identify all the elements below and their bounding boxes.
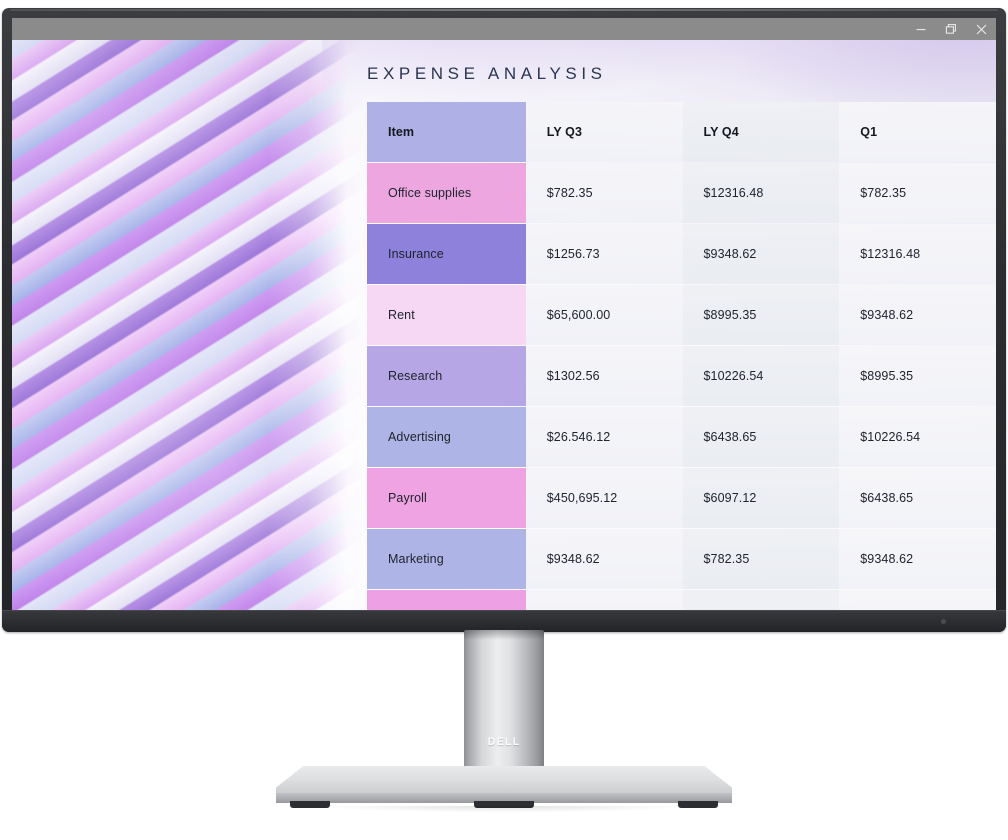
minimize-icon: [916, 29, 926, 31]
cell-item: Marketing: [367, 529, 526, 589]
cell-ly-q4: $782.35: [682, 529, 840, 589]
restore-icon: [945, 24, 956, 34]
monitor-chin: [2, 610, 1006, 632]
cell-ly-q3: $782.35: [525, 163, 683, 223]
power-indicator: [941, 619, 946, 624]
column-header-ly-q3: LY Q3: [525, 102, 683, 162]
neck-shadow: [464, 630, 544, 640]
cell-q1: $12316.48: [839, 224, 996, 284]
expense-document: EXPENSE ANALYSIS Item LY Q3 LY Q4 Q1 Off…: [322, 40, 996, 610]
cell-item: Insurance: [367, 224, 526, 284]
cell-q1: $9348.62: [839, 529, 996, 589]
monitor-screen: EXPENSE ANALYSIS Item LY Q3 LY Q4 Q1 Off…: [12, 18, 996, 610]
cell-q1: $8995.35: [839, 346, 996, 406]
screenshot-root: EXPENSE ANALYSIS Item LY Q3 LY Q4 Q1 Off…: [0, 0, 1008, 840]
column-header-item: Item: [367, 102, 526, 162]
table-header-row: Item LY Q3 LY Q4 Q1: [367, 102, 996, 162]
table-row: Insurance $1256.73 $9348.62 $12316.48: [367, 224, 996, 284]
cell-q1: $8995.35: [839, 590, 996, 610]
column-header-ly-q4: LY Q4: [682, 102, 840, 162]
close-icon: [976, 24, 986, 34]
cell-q1: $6438.65: [839, 468, 996, 528]
cell-ly-q4: $10226.54: [682, 346, 840, 406]
cell-item: Development: [367, 590, 526, 610]
page-title: EXPENSE ANALYSIS: [367, 64, 607, 83]
cell-ly-q3: $1302.56: [525, 346, 683, 406]
cell-ly-q4: $9348.62: [682, 224, 840, 284]
cell-ly-q3: $450,695.12: [525, 468, 683, 528]
cell-q1: $10226.54: [839, 407, 996, 467]
cell-ly-q3: $26.546.12: [525, 407, 683, 467]
cell-ly-q4: $8995.35: [682, 285, 840, 345]
cell-ly-q3: $1256.73: [525, 224, 683, 284]
table-row: Office supplies $782.35 $12316.48 $782.3…: [367, 163, 996, 223]
cell-item: Research: [367, 346, 526, 406]
cell-ly-q4: $1256.73: [682, 590, 840, 610]
cell-item: Advertising: [367, 407, 526, 467]
monitor-stand-base: [276, 766, 732, 808]
minimize-button[interactable]: [906, 18, 936, 40]
window-titlebar: [12, 18, 996, 40]
cell-ly-q4: $12316.48: [682, 163, 840, 223]
table-row: Advertising $26.546.12 $6438.65 $10226.5…: [367, 407, 996, 467]
column-header-q1: Q1: [839, 102, 996, 162]
cell-ly-q3: $65,600.00: [525, 285, 683, 345]
table-row: Research $1302.56 $10226.54 $8995.35: [367, 346, 996, 406]
cell-q1: $782.35: [839, 163, 996, 223]
base-top-surface: [276, 766, 732, 796]
table-row: Payroll $450,695.12 $6097.12 $6438.65: [367, 468, 996, 528]
expense-table: Item LY Q3 LY Q4 Q1 Office supplies $782…: [367, 102, 996, 610]
cell-ly-q3: $8995.35: [525, 590, 683, 610]
table-row: Rent $65,600.00 $8995.35 $9348.62: [367, 285, 996, 345]
cell-ly-q4: $6097.12: [682, 468, 840, 528]
table-row: Marketing $9348.62 $782.35 $9348.62: [367, 529, 996, 589]
table-row: Development $8995.35 $1256.73 $8995.35: [367, 590, 996, 610]
close-button[interactable]: [966, 18, 996, 40]
cell-ly-q3: $9348.62: [525, 529, 683, 589]
restore-button[interactable]: [936, 18, 966, 40]
cell-item: Payroll: [367, 468, 526, 528]
cell-q1: $9348.62: [839, 285, 996, 345]
dell-logo: DELL: [487, 736, 521, 748]
cell-item: Office supplies: [367, 163, 526, 223]
bezel-highlight: [10, 9, 998, 11]
cell-ly-q4: $6438.65: [682, 407, 840, 467]
base-drop-shadow: [246, 806, 762, 815]
cell-item: Rent: [367, 285, 526, 345]
monitor: EXPENSE ANALYSIS Item LY Q3 LY Q4 Q1 Off…: [2, 8, 1006, 632]
monitor-stand-neck: DELL: [464, 630, 544, 770]
